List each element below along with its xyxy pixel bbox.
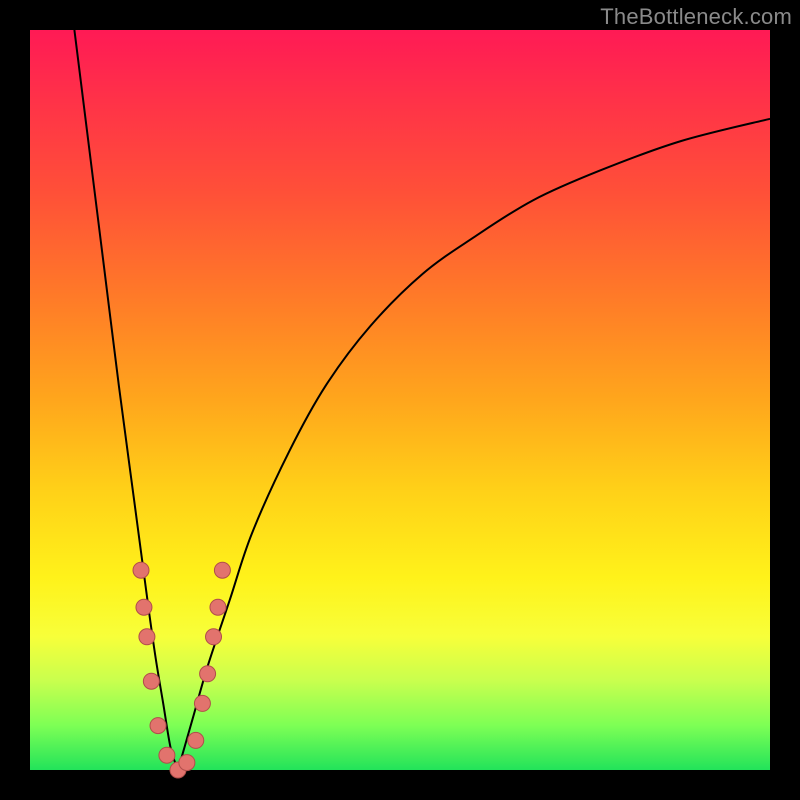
sample-dot [179,755,195,771]
sample-dot [136,599,152,615]
chart-svg [30,30,770,770]
sample-dot [139,629,155,645]
watermark-text: TheBottleneck.com [600,4,792,30]
sample-dot [143,673,159,689]
sample-dot [133,562,149,578]
sample-dot [194,695,210,711]
curve-left [74,30,178,770]
curve-right [178,119,770,770]
sample-dot [200,666,216,682]
plot-area [30,30,770,770]
sample-dot [210,599,226,615]
sample-dot [188,732,204,748]
sample-dot [150,718,166,734]
sample-dot [159,747,175,763]
sample-dot [206,629,222,645]
chart-frame: TheBottleneck.com [0,0,800,800]
sample-dot [214,562,230,578]
